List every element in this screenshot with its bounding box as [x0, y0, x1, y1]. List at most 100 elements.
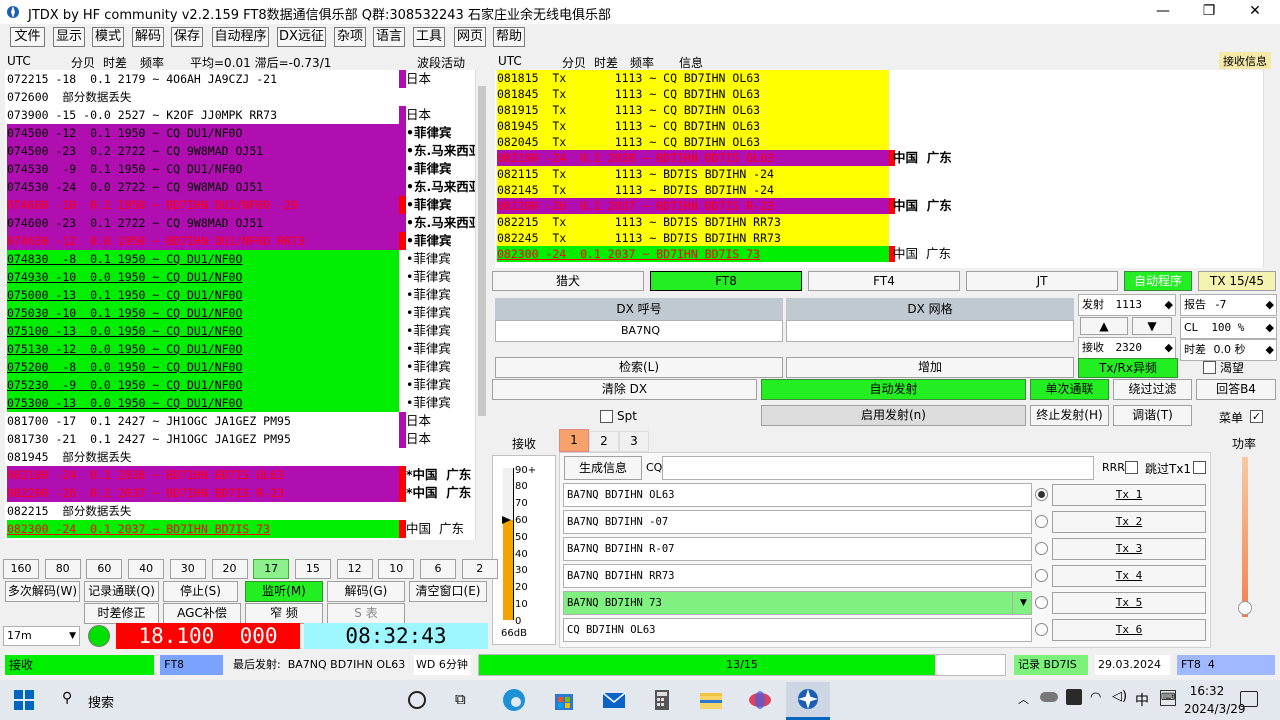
band-button-80[interactable]: 80	[44, 559, 81, 579]
free-text-field[interactable]	[662, 456, 1094, 480]
menu-toggle-checkbox[interactable]: ✓	[1250, 410, 1263, 423]
menu-file[interactable]: 文件	[10, 27, 45, 47]
mail-icon[interactable]	[600, 686, 630, 714]
tune-button[interactable]: 调谐(T)	[1113, 405, 1192, 426]
pinned-app-icon[interactable]	[746, 686, 776, 714]
band-activity-row[interactable]: 082215 部分数据丢失	[5, 502, 475, 520]
rx-message-row[interactable]: 082245 Tx 1113 ~ BD7IS BD7IHN RR73	[495, 230, 1263, 246]
band-button-30[interactable]: 30	[169, 559, 206, 579]
band-activity-row[interactable]: 082200 -26 0.1 2037 ~ BD7IHN BD7IS R-23 *…	[5, 484, 475, 502]
band-activity-list[interactable]: 072215 -18 0.1 2179 ~ 4O6AH JA9CZJ -21 日本…	[5, 70, 475, 540]
hope-checkbox[interactable]	[1203, 361, 1216, 374]
tx-select-radio[interactable]	[1035, 569, 1048, 582]
time-offset-spinner[interactable]: 时差 0.0 秒 ◆	[1180, 339, 1277, 361]
jtdx-taskbar-button[interactable]	[786, 682, 830, 720]
power-slider-track[interactable]	[1242, 457, 1248, 617]
time-correction-button[interactable]: 时差修正	[84, 603, 159, 624]
cl-spinner[interactable]: CL 100 % ◆	[1180, 317, 1277, 339]
tx-message-field[interactable]: BA7NQ BD7IHN OL63	[563, 483, 1032, 507]
wifi-icon[interactable]: ◠	[1090, 690, 1101, 705]
band-activity-row[interactable]: 074530 -9 0.1 1950 ~ CQ DU1/NF0O •菲律宾	[5, 160, 475, 178]
narrow-button[interactable]: 窄 频	[245, 603, 323, 624]
cortana-icon[interactable]	[408, 691, 426, 709]
band-activity-row[interactable]: 081700 -17 0.1 2427 ~ JH1OGC JA1GEZ PM95…	[5, 412, 475, 430]
tx-message-field[interactable]: BA7NQ BD7IHN R-07	[563, 537, 1032, 561]
menu-auto-program[interactable]: 自动程序	[212, 27, 269, 47]
band-activity-row[interactable]: 075030 -10 0.1 1950 ~ CQ DU1/NF0O •菲律宾	[5, 304, 475, 322]
dx-call-field[interactable]: BA7NQ	[495, 320, 783, 342]
multi-decode-button[interactable]: 多次解码(W)	[5, 581, 80, 602]
menu-dx-expedition[interactable]: DX远征	[277, 27, 326, 47]
rrr-checkbox[interactable]	[1125, 461, 1138, 474]
rx-message-row[interactable]: 081815 Tx 1113 ~ CQ BD7IHN OL63	[495, 70, 1263, 86]
tab-2[interactable]: 2	[589, 431, 619, 452]
tx-select-radio[interactable]	[1035, 542, 1048, 555]
menu-web[interactable]: 网页	[454, 27, 486, 47]
search-button[interactable]: 检索(L)	[495, 357, 783, 378]
notification-icon[interactable]	[1240, 691, 1258, 707]
menu-tools[interactable]: 工具	[413, 27, 445, 47]
rx-message-row[interactable]: 082300 -24 0.1 2037 ~ BD7IHN BD7IS 73 中国 …	[495, 246, 1263, 262]
tx-button[interactable]: Tx 3	[1052, 538, 1206, 560]
rx-message-row[interactable]: 081915 Tx 1113 ~ CQ BD7IHN OL63	[495, 102, 1263, 118]
tx-button[interactable]: Tx 4	[1052, 565, 1206, 587]
band-activity-row[interactable]: 075300 -13 0.0 1950 ~ CQ DU1/NF0O •菲律宾	[5, 394, 475, 412]
tray-overflow-icon[interactable]: ︿	[1018, 691, 1029, 707]
auto-program-button[interactable]: 自动程序	[1124, 271, 1192, 291]
task-view-icon[interactable]: ⧉	[455, 690, 466, 708]
speaker-icon[interactable]: ◁)	[1112, 689, 1127, 704]
rx-message-row[interactable]: 082145 Tx 1113 ~ BD7IS BD7IHN -24	[495, 182, 1263, 198]
menu-save[interactable]: 保存	[171, 27, 203, 47]
tx-button[interactable]: Tx 1	[1052, 484, 1206, 506]
band-button-160[interactable]: 160	[3, 559, 39, 579]
add-button[interactable]: 增加	[786, 357, 1074, 378]
skip-filter-button[interactable]: 绕过过滤	[1113, 379, 1192, 400]
band-button-17[interactable]: 17	[253, 559, 290, 579]
jt-button[interactable]: JT	[966, 271, 1118, 291]
band-activity-row[interactable]: 073900 -15 -0.0 2527 ~ K2OF JJ0MPK RR73 日…	[5, 106, 475, 124]
enable-tx-button[interactable]: 启用发射(n)	[761, 405, 1026, 426]
chevron-down-icon[interactable]: ▼	[1012, 591, 1032, 615]
maximize-icon[interactable]: ❐	[1186, 0, 1232, 24]
band-activity-row[interactable]: 074500 -12 0.1 1950 ~ CQ DU1/NF0O •菲律宾	[5, 124, 475, 142]
agc-button[interactable]: AGC补偿	[163, 603, 241, 624]
ime-indicator[interactable]: 中	[1135, 690, 1149, 710]
tx-period-button[interactable]: TX 15/45	[1198, 271, 1276, 291]
tx-select-radio[interactable]	[1035, 488, 1048, 501]
tx-select-radio[interactable]	[1035, 596, 1048, 609]
close-icon[interactable]: ✕	[1232, 0, 1278, 24]
band-activity-row[interactable]: 074600 -23 0.1 2722 ~ CQ 9W8MAD OJ51 •东.马…	[5, 214, 475, 232]
weather-icon[interactable]	[1040, 692, 1058, 702]
band-activity-row[interactable]: 075000 -13 0.1 1950 ~ CQ DU1/NF0O •菲律宾	[5, 286, 475, 304]
band-select[interactable]: 17m ▼	[3, 626, 80, 646]
band-button-12[interactable]: 12	[336, 559, 373, 579]
tx-select-radio[interactable]	[1035, 623, 1048, 636]
band-button-60[interactable]: 60	[86, 559, 123, 579]
band-activity-row[interactable]: 072215 -18 0.1 2179 ~ 4O6AH JA9CZJ -21 日本	[5, 70, 475, 88]
left-scroll-thumb[interactable]	[478, 86, 486, 416]
txrx-split-button[interactable]: Tx/Rx异频	[1078, 358, 1178, 378]
band-activity-row[interactable]: 075200 -8 0.0 1950 ~ CQ DU1/NF0O •菲律宾	[5, 358, 475, 376]
band-activity-row[interactable]: 081730 -21 0.1 2427 ~ JH1OGC JA1GEZ PM95…	[5, 430, 475, 448]
band-activity-row[interactable]: 082300 -24 0.1 2037 ~ BD7IHN BD7IS 73 中国 …	[5, 520, 475, 538]
freq-down-button[interactable]: ▼	[1132, 317, 1172, 335]
band-button-15[interactable]: 15	[294, 559, 331, 579]
band-activity-row[interactable]: 075130 -12 0.0 1950 ~ CQ DU1/NF0O •菲律宾	[5, 340, 475, 358]
edge-icon[interactable]	[500, 686, 530, 714]
menu-mode[interactable]: 模式	[92, 27, 124, 47]
store-icon[interactable]	[550, 686, 580, 714]
menu-decode[interactable]: 解码	[132, 27, 164, 47]
freq-up-button[interactable]: ▲	[1080, 317, 1128, 335]
band-activity-row[interactable]: 072600 部分数据丢失	[5, 88, 475, 106]
band-button-20[interactable]: 20	[211, 559, 248, 579]
rx-message-row[interactable]: 081945 Tx 1113 ~ CQ BD7IHN OL63	[495, 118, 1263, 134]
generate-messages-button[interactable]: 生成信息	[564, 456, 642, 480]
clear-dx-button[interactable]: 清除 DX	[492, 379, 757, 400]
band-activity-row[interactable]: 075100 -13 0.0 1950 ~ CQ DU1/NF0O •菲律宾	[5, 322, 475, 340]
tab-1[interactable]: 1	[559, 429, 589, 452]
search-icon[interactable]: ⚲	[62, 690, 72, 706]
tray-mode-icon[interactable]: ⌨	[1160, 690, 1176, 706]
tx-freq-spinner[interactable]: 发射 1113 ◆	[1078, 294, 1176, 316]
tx-message-field[interactable]: BA7NQ BD7IHN 73	[563, 591, 1013, 615]
band-activity-row[interactable]: 074930 -10 0.0 1950 ~ CQ DU1/NF0O •菲律宾	[5, 268, 475, 286]
